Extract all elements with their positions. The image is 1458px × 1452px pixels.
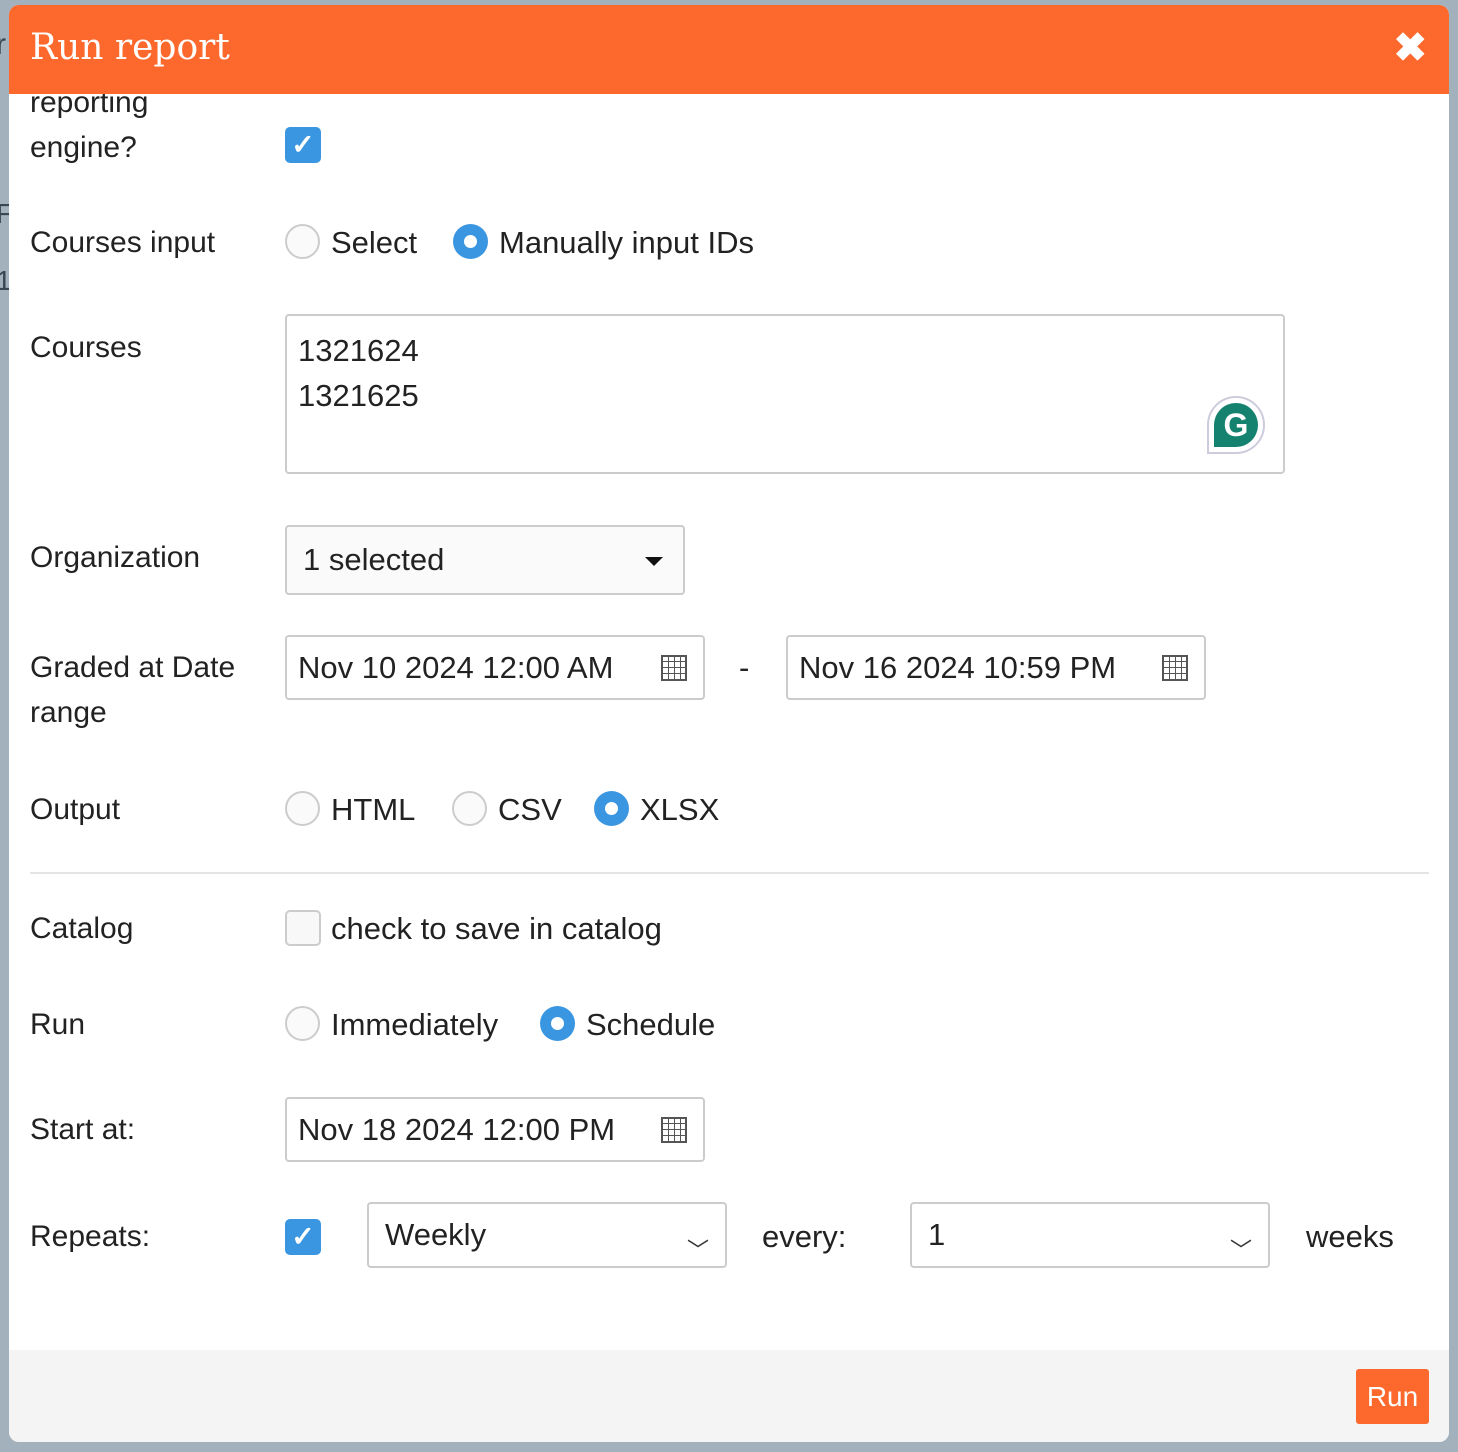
radio-html[interactable] (285, 791, 320, 826)
caret-down-icon (645, 557, 663, 566)
graded-end-input[interactable]: Nov 16 2024 10:59 PM (786, 635, 1206, 700)
start-at-value: Nov 18 2024 12:00 PM (298, 1112, 616, 1147)
graded-start-input[interactable]: Nov 10 2024 12:00 AM (285, 635, 705, 700)
courses-textarea[interactable]: 1321624 1321625 G (285, 314, 1285, 474)
graded-range-label: Graded at Date range (30, 651, 236, 729)
background-text: r (0, 28, 6, 61)
repeats-label: Repeats: (30, 1220, 151, 1253)
radio-immediately-label: Immediately (331, 1007, 499, 1042)
run-label: Run (30, 1008, 86, 1041)
catalog-label: Catalog (30, 912, 134, 945)
frequency-select[interactable]: Weekly ﹀ (367, 1202, 727, 1268)
graded-start-value: Nov 10 2024 12:00 AM (298, 650, 614, 685)
radio-immediately[interactable] (285, 1006, 320, 1041)
organization-label: Organization (30, 541, 201, 574)
graded-end-value: Nov 16 2024 10:59 PM (799, 650, 1117, 685)
courses-input-label: Courses input (30, 226, 216, 259)
grammarly-icon[interactable]: G (1207, 396, 1265, 454)
radio-csv[interactable] (452, 791, 487, 826)
range-separator: - (739, 650, 750, 685)
radio-manual-ids[interactable] (453, 224, 488, 259)
radio-select[interactable] (285, 224, 320, 259)
divider (30, 872, 1429, 874)
repeats-checkbox[interactable]: ✓ (285, 1219, 321, 1255)
radio-xlsx[interactable] (594, 791, 629, 826)
every-value: 1 (928, 1217, 946, 1252)
catalog-checkbox-label: check to save in catalog (331, 911, 662, 946)
radio-schedule-label: Schedule (586, 1007, 716, 1042)
modal-footer: Run (9, 1350, 1449, 1442)
radio-xlsx-label: XLSX (640, 792, 720, 827)
course-id: 1321624 (298, 333, 419, 368)
radio-select-label: Select (331, 225, 418, 260)
run-button[interactable]: Run (1356, 1369, 1429, 1424)
chevron-down-icon: ﹀ (1229, 1238, 1252, 1263)
organization-dropdown[interactable]: 1 selected (285, 525, 685, 595)
frequency-value: Weekly (385, 1217, 487, 1252)
start-at-input[interactable]: Nov 18 2024 12:00 PM (285, 1097, 705, 1162)
modal-header: Run report ✖ (9, 5, 1449, 94)
start-at-label: Start at: (30, 1113, 136, 1146)
radio-csv-label: CSV (498, 792, 562, 827)
courses-label: Courses (30, 331, 142, 364)
every-label: every: (762, 1219, 847, 1254)
course-id: 1321625 (298, 378, 419, 413)
calendar-icon[interactable] (661, 655, 687, 681)
modal-title: Run report (30, 27, 230, 68)
run-report-modal: Run report ✖ reporting engine? ✓ Courses… (9, 5, 1449, 1442)
every-select[interactable]: 1 ﹀ (910, 1202, 1270, 1268)
close-icon[interactable]: ✖ (1393, 25, 1427, 71)
radio-schedule[interactable] (540, 1006, 575, 1041)
calendar-icon[interactable] (1162, 655, 1188, 681)
organization-value: 1 selected (303, 542, 445, 577)
chevron-down-icon: ﹀ (686, 1238, 709, 1263)
engine-checkbox[interactable]: ✓ (285, 127, 321, 163)
catalog-checkbox[interactable] (285, 910, 321, 946)
radio-manual-ids-label: Manually input IDs (499, 225, 755, 260)
calendar-icon[interactable] (661, 1117, 687, 1143)
radio-html-label: HTML (331, 792, 416, 827)
weeks-label: weeks (1306, 1219, 1394, 1254)
output-label: Output (30, 793, 121, 826)
